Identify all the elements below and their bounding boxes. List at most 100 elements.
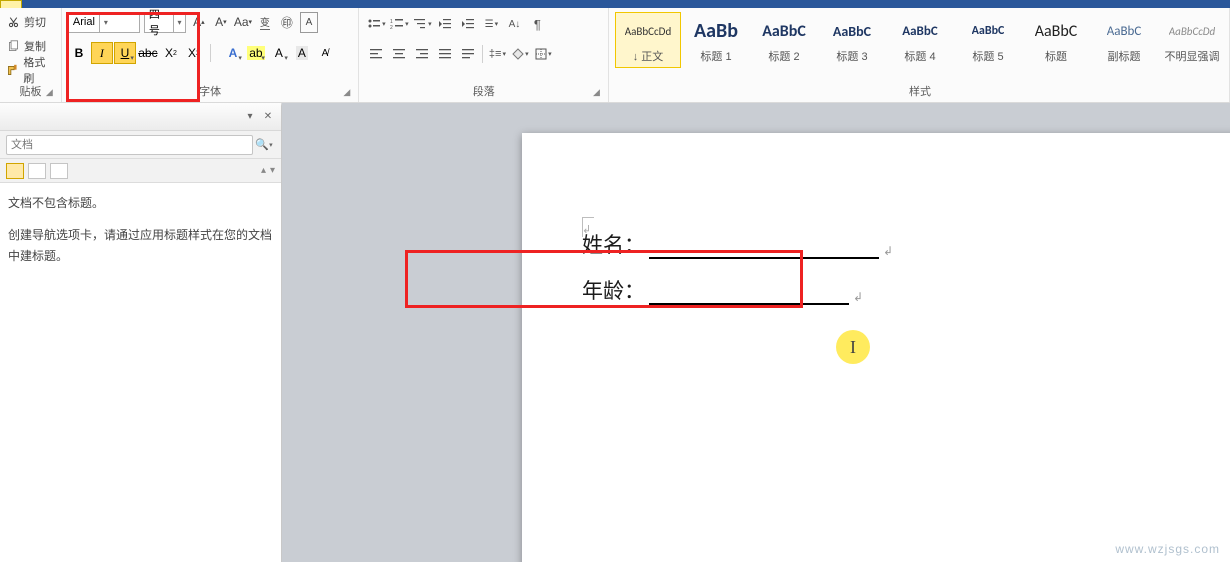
clipboard-launcher[interactable]: ◢ [46,87,58,99]
style-caption: 副标题 [1108,48,1141,64]
chevron-down-icon[interactable]: ▾ [173,13,185,32]
page[interactable]: ↲ 姓名： ↲ 年龄： ↲ [522,133,1230,562]
format-painter-button[interactable]: 格式刷 [6,60,55,80]
align-center-button[interactable] [388,43,410,65]
search-input[interactable] [6,135,253,155]
align-right-button[interactable] [411,43,433,65]
paragraph-mark-icon: ↲ [853,290,863,305]
nav-tab-results[interactable] [50,163,68,179]
sort-button[interactable]: A↓ [503,13,525,35]
style-preview: AaBbC [833,16,871,46]
paragraph-mark-icon: ↲ [883,244,893,259]
font-launcher[interactable]: ◢ [343,87,355,99]
style-preview: AaBbC [1107,16,1142,46]
enclose-char-button[interactable]: ㊞ [278,12,296,33]
nav-message-2: 创建导航选项卡，请通过应用标题样式在您的文档中建标题。 [8,225,273,268]
strikethrough-button[interactable]: abc [137,42,159,64]
font-group-label: 字体 [68,81,353,102]
doc-line2-label: 年龄： [582,275,645,305]
doc-line1-label: 姓名： [582,229,645,259]
scissors-icon [6,15,20,29]
style-caption: 标题 1 [700,48,731,64]
subscript-button[interactable]: X2 [160,42,182,64]
justify-button[interactable] [434,43,456,65]
style-item[interactable]: AaBbC 标题 3 [819,12,885,68]
nav-tab-pages[interactable] [28,163,46,179]
bold-button[interactable]: B [68,42,90,64]
nav-prev-icon[interactable]: ▴ [261,165,266,176]
style-preview: AaBbC [972,16,1005,46]
doc-line-name[interactable]: 姓名： ↲ [582,229,1182,259]
style-item[interactable]: AaBb标题 1 [683,12,749,68]
nav-next-icon[interactable]: ▾ [270,165,275,176]
font-size-combo[interactable]: 四号 ▾ [144,12,186,33]
increase-font-button[interactable]: A▴ [190,12,208,33]
close-icon[interactable]: ✕ [261,110,275,124]
paragraph-launcher[interactable]: ◢ [593,87,605,99]
text-effects-button[interactable]: A▾ [222,42,244,64]
style-item[interactable]: AaBbC标题 4 [887,12,953,68]
cut-label: 剪切 [24,14,46,30]
nav-tab-headings[interactable] [6,163,24,179]
font-name-combo[interactable]: Arial ▾ [68,12,140,33]
titlebar-fragment [0,0,1230,8]
clipboard-group: 剪切 复制 格式刷 贴板 ◢ [0,8,62,102]
bullets-button[interactable]: ▾ [365,13,387,35]
paragraph-group-label: 段落 [365,81,602,102]
style-caption: 不明显强调 [1165,48,1220,64]
style-item[interactable]: AaBbC标题 2 [751,12,817,68]
line-spacing-button[interactable]: ‡≡▾ [486,43,508,65]
style-item[interactable]: AaBbCcDd ↓ 正文 [615,12,681,68]
font-color-button[interactable]: A▾ [268,42,290,64]
style-item[interactable]: AaBbC标题 [1023,12,1089,68]
font-size-value: 四号 [145,6,173,38]
decrease-font-button[interactable]: A▾ [212,12,230,33]
format-painter-icon [6,63,19,77]
style-preview: AaBbCcDd [1169,16,1215,46]
nav-message-1: 文档不包含标题。 [8,193,273,215]
nav-search-row: 🔍▾ [0,131,281,159]
clear-format-button[interactable]: A̸ [314,42,336,64]
italic-button[interactable]: I [91,42,113,64]
style-item[interactable]: AaBbC 副标题 [1091,12,1157,68]
align-left-button[interactable] [365,43,387,65]
style-caption: 标题 2 [768,48,799,64]
change-case-button[interactable]: Aa▾ [234,12,252,33]
chevron-down-icon[interactable]: ▾ [99,13,112,32]
copy-label: 复制 [24,38,46,54]
underline-blank [649,237,879,259]
style-item[interactable]: AaBbCcDd 不明显强调 [1159,12,1225,68]
navigation-pane: ▾ ✕ 🔍▾ ▴ ▾ 文档不包含标题。 创建导航选项卡，请通过应用标题样式在您的… [0,103,282,562]
style-caption: 标题 3 [836,48,867,64]
style-item[interactable]: AaBbC标题 5 [955,12,1021,68]
asian-layout-button[interactable]: ☰▾ [480,13,502,35]
borders-button[interactable]: ▾ [532,43,554,65]
multilevel-list-button[interactable]: ▾ [411,13,433,35]
superscript-button[interactable]: X2 [183,42,205,64]
highlight-color-button[interactable]: ab▾ [245,42,267,64]
nav-body: 文档不包含标题。 创建导航选项卡，请通过应用标题样式在您的文档中建标题。 [0,183,281,562]
style-preview: AaBbC [1035,16,1078,46]
nav-tabs: ▴ ▾ [0,159,281,183]
underline-blank [649,283,849,305]
shading-button[interactable]: ▾ [509,43,531,65]
font-name-value: Arial [69,16,99,28]
increase-indent-button[interactable] [457,13,479,35]
nav-dropdown-icon[interactable]: ▾ [243,110,257,124]
document-canvas[interactable]: ↲ 姓名： ↲ 年龄： ↲ I [282,103,1230,562]
copy-icon [6,39,20,53]
distribute-button[interactable] [457,43,479,65]
show-marks-button[interactable]: ¶ [526,13,548,35]
numbering-button[interactable]: 12▾ [388,13,410,35]
copy-button[interactable]: 复制 [6,36,55,56]
phonetic-guide-button[interactable]: 变 [256,12,274,33]
style-caption: ↓ 正文 [633,48,664,64]
search-icon[interactable]: 🔍▾ [253,135,275,155]
style-preview: AaBbCcDd [625,16,671,46]
char-border-button[interactable]: A [300,12,318,33]
decrease-indent-button[interactable] [434,13,456,35]
doc-line-age[interactable]: 年龄： ↲ [582,275,1182,305]
underline-button[interactable]: U▾ [114,42,136,64]
char-shading-button[interactable]: A [291,42,313,64]
cut-button[interactable]: 剪切 [6,12,55,32]
